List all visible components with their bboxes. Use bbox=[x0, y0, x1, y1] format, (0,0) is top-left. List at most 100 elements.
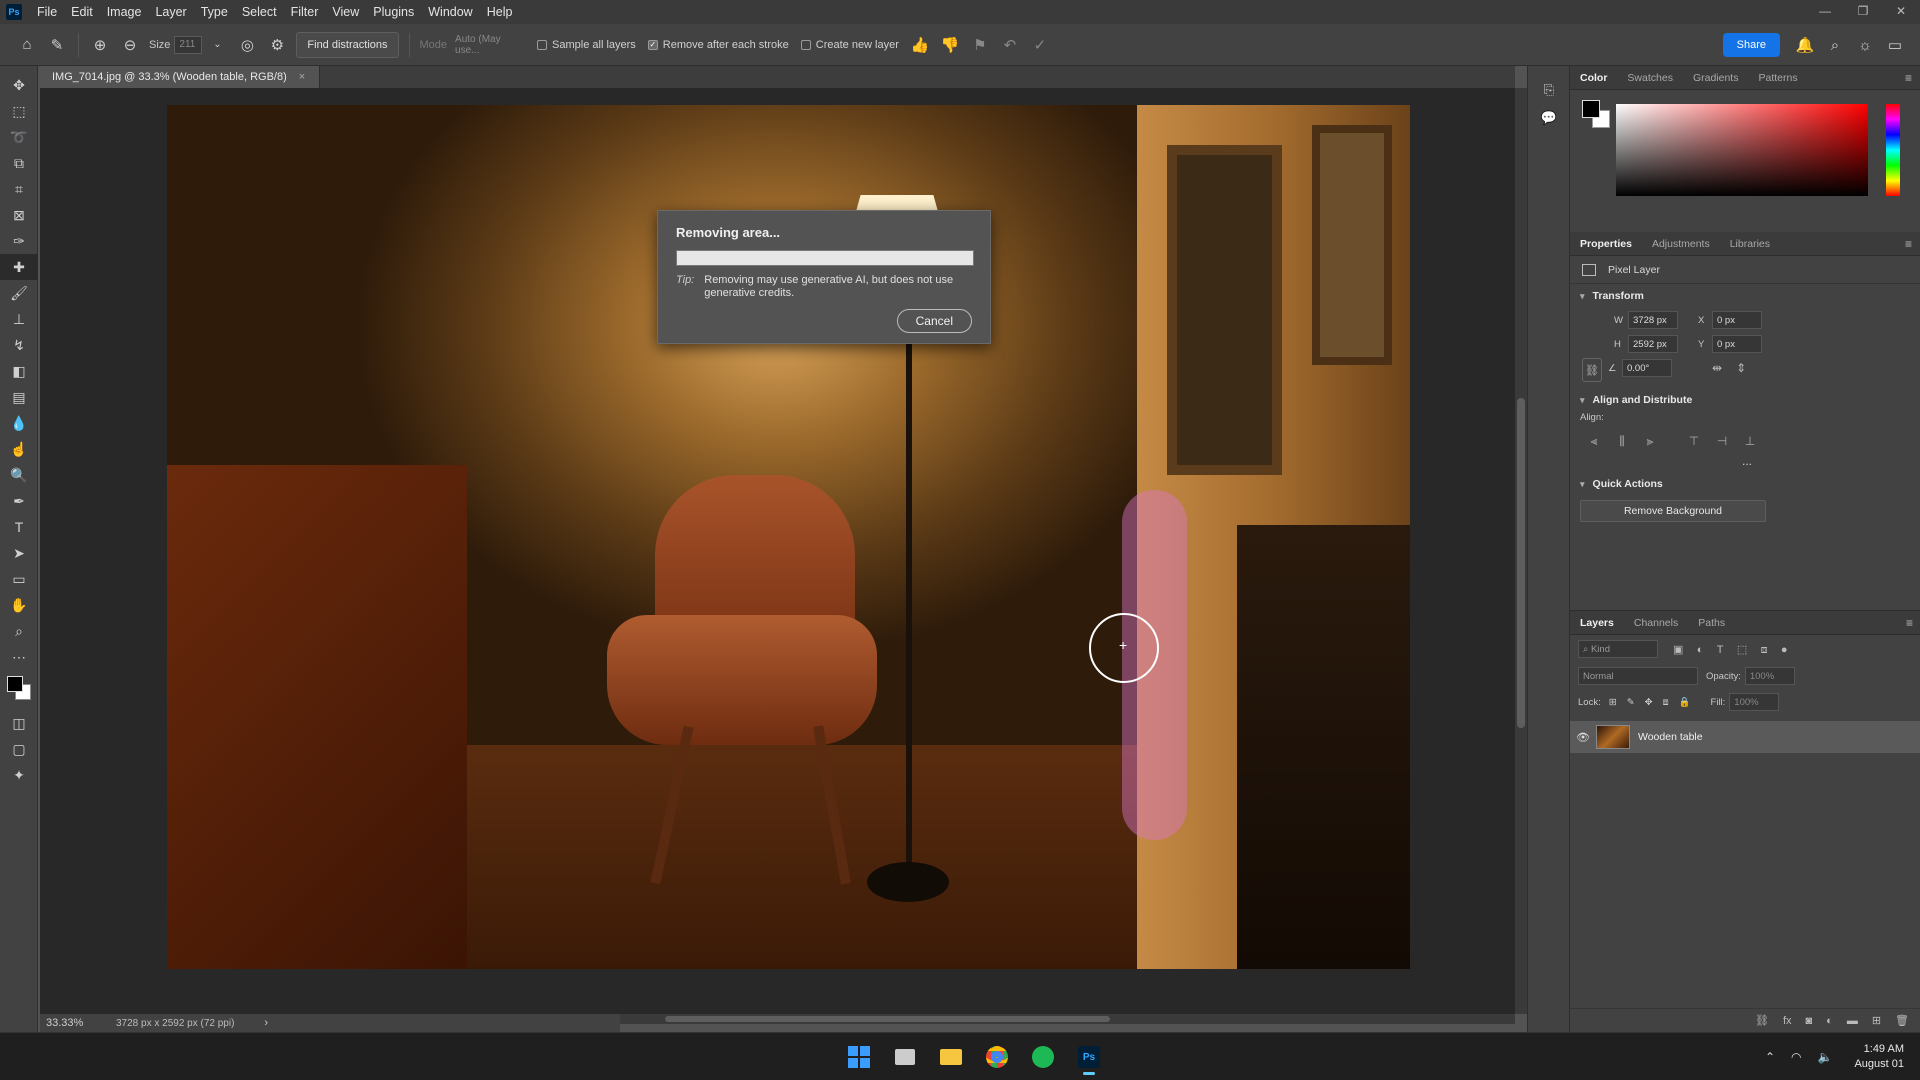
brush-tool-icon[interactable]: 🖌 bbox=[0, 280, 38, 306]
spotify-icon[interactable] bbox=[1021, 1039, 1065, 1075]
flag-icon[interactable]: ⚑ bbox=[967, 32, 993, 58]
color-swatches[interactable] bbox=[0, 670, 38, 710]
trash-icon[interactable]: 🗑 bbox=[1895, 1014, 1909, 1027]
link-icon[interactable]: ⛓ bbox=[1582, 358, 1602, 382]
hand-tool-icon[interactable]: ✋ bbox=[0, 592, 38, 618]
tab-channels[interactable]: Channels bbox=[1624, 611, 1688, 635]
clock[interactable]: 1:49 AM August 01 bbox=[1854, 1042, 1904, 1072]
blend-mode-select[interactable]: Normal bbox=[1578, 667, 1698, 685]
gear-icon[interactable]: ⚙ bbox=[264, 32, 290, 58]
create-new-layer-checkbox[interactable]: Create new layer bbox=[800, 39, 899, 51]
tab-paths[interactable]: Paths bbox=[1688, 611, 1735, 635]
align-top-icon[interactable]: ⊤ bbox=[1680, 434, 1708, 448]
canvas-area[interactable]: Removing area... Tip: Removing may use g… bbox=[40, 88, 1515, 1014]
subtract-brush-icon[interactable]: ⊖ bbox=[117, 32, 143, 58]
zoom-tool-icon[interactable]: ⌕ bbox=[0, 618, 38, 644]
status-arrow-icon[interactable]: › bbox=[264, 1017, 268, 1029]
remove-after-stroke-checkbox[interactable]: ✓ Remove after each stroke bbox=[647, 39, 789, 51]
scroll-thumb[interactable] bbox=[1517, 398, 1525, 728]
align-center-h-icon[interactable]: ⫼ bbox=[1608, 434, 1636, 449]
menu-edit[interactable]: Edit bbox=[64, 0, 100, 24]
menu-filter[interactable]: Filter bbox=[284, 0, 326, 24]
menu-select[interactable]: Select bbox=[235, 0, 284, 24]
lasso-tool-icon[interactable]: ➰ bbox=[0, 124, 38, 150]
shape-filter-icon[interactable]: ⬚ bbox=[1737, 644, 1747, 656]
task-view-icon[interactable] bbox=[883, 1039, 927, 1075]
filter-toggle-icon[interactable]: ● bbox=[1781, 644, 1788, 656]
eyedropper-tool-icon[interactable]: ✑ bbox=[0, 228, 38, 254]
panel-menu-icon[interactable]: ≡ bbox=[1906, 611, 1913, 635]
foreground-color-swatch[interactable] bbox=[1582, 100, 1600, 118]
size-input[interactable]: 211 bbox=[174, 35, 203, 54]
find-distractions-button[interactable]: Find distractions bbox=[296, 31, 399, 58]
flip-horizontal-icon[interactable]: ⇹ bbox=[1712, 361, 1722, 375]
transform-header[interactable]: ▾ Transform bbox=[1570, 284, 1920, 308]
move-tool-icon[interactable]: ✥ bbox=[0, 72, 38, 98]
add-brush-icon[interactable]: ⊕ bbox=[87, 32, 113, 58]
thumbs-down-icon[interactable]: 👎 bbox=[937, 32, 963, 58]
align-header[interactable]: ▾ Align and Distribute bbox=[1570, 388, 1920, 412]
height-input[interactable]: 2592 px bbox=[1628, 335, 1678, 353]
screen-mode-icon[interactable]: ▢ bbox=[0, 736, 38, 762]
close-window-icon[interactable]: ✕ bbox=[1882, 0, 1920, 24]
quick-actions-header[interactable]: ▾ Quick Actions bbox=[1570, 472, 1920, 496]
angle-input[interactable]: 0.00° bbox=[1622, 359, 1672, 377]
link-layers-icon[interactable]: ⛓ bbox=[1755, 1014, 1769, 1027]
tab-swatches[interactable]: Swatches bbox=[1617, 66, 1683, 90]
more-options[interactable]: ... bbox=[1570, 454, 1920, 468]
scroll-thumb[interactable] bbox=[665, 1016, 1110, 1022]
lock-artboard-icon[interactable]: ⧈ bbox=[1663, 697, 1669, 708]
volume-icon[interactable]: 🔈 bbox=[1818, 1050, 1833, 1064]
width-input[interactable]: 3728 px bbox=[1628, 311, 1678, 329]
tab-gradients[interactable]: Gradients bbox=[1683, 66, 1749, 90]
adjustment-layer-icon[interactable]: ◐ bbox=[1826, 1015, 1833, 1027]
marquee-tool-icon[interactable]: ⬚ bbox=[0, 98, 38, 124]
tab-color[interactable]: Color bbox=[1570, 66, 1617, 90]
menu-plugins[interactable]: Plugins bbox=[366, 0, 421, 24]
chrome-icon[interactable] bbox=[975, 1039, 1019, 1075]
sample-all-layers-checkbox[interactable]: Sample all layers bbox=[537, 39, 636, 51]
remove-background-button[interactable]: Remove Background bbox=[1580, 500, 1766, 522]
bell-icon[interactable]: 🔔 bbox=[1792, 32, 1818, 58]
flip-vertical-icon[interactable]: ⇕ bbox=[1736, 361, 1746, 375]
start-icon[interactable] bbox=[837, 1039, 881, 1075]
history-panel-icon[interactable]: ⎘ bbox=[1528, 76, 1570, 104]
image-filter-icon[interactable]: ▣ bbox=[1673, 644, 1683, 656]
tab-layers[interactable]: Layers bbox=[1570, 611, 1624, 635]
eraser-tool-icon[interactable]: ◧ bbox=[0, 358, 38, 384]
eye-icon[interactable]: 👁 bbox=[1570, 731, 1596, 744]
adjustment-filter-icon[interactable]: ◐ bbox=[1697, 644, 1704, 656]
file-explorer-icon[interactable] bbox=[929, 1039, 973, 1075]
spot-healing-tool-icon[interactable]: ✚ bbox=[0, 254, 38, 280]
smart-object-filter-icon[interactable]: ⧈ bbox=[1761, 644, 1768, 656]
smudge-tool-icon[interactable]: ☝ bbox=[0, 436, 38, 462]
more-tools-icon[interactable]: ⋯ bbox=[0, 644, 38, 670]
type-filter-icon[interactable]: T bbox=[1717, 644, 1724, 656]
menu-window[interactable]: Window bbox=[421, 0, 479, 24]
object-selection-tool-icon[interactable]: ⧉ bbox=[0, 150, 38, 176]
chevron-up-icon[interactable]: ⌃ bbox=[1765, 1050, 1775, 1064]
minimize-icon[interactable]: — bbox=[1806, 0, 1844, 24]
frame-tool-icon[interactable]: ⊠ bbox=[0, 202, 38, 228]
checkmark-icon[interactable]: ✓ bbox=[1027, 32, 1053, 58]
close-tab-icon[interactable]: × bbox=[299, 71, 305, 83]
menu-type[interactable]: Type bbox=[194, 0, 235, 24]
layer-name[interactable]: Wooden table bbox=[1638, 731, 1703, 743]
crop-tool-icon[interactable]: ⌗ bbox=[0, 176, 38, 202]
lightbulb-icon[interactable]: ☼ bbox=[1852, 32, 1878, 58]
align-left-icon[interactable]: ⫷ bbox=[1580, 434, 1608, 449]
group-folder-icon[interactable]: ▬ bbox=[1847, 1015, 1858, 1027]
menu-file[interactable]: File bbox=[30, 0, 64, 24]
chevron-down-icon[interactable]: ⌄ bbox=[204, 32, 230, 58]
remove-tool-icon[interactable]: ✎ bbox=[44, 32, 70, 58]
blur-tool-icon[interactable]: 💧 bbox=[0, 410, 38, 436]
x-input[interactable]: 0 px bbox=[1712, 311, 1762, 329]
tab-patterns[interactable]: Patterns bbox=[1748, 66, 1807, 90]
quick-mask-icon[interactable]: ◫ bbox=[0, 710, 38, 736]
menu-view[interactable]: View bbox=[325, 0, 366, 24]
hue-slider[interactable] bbox=[1886, 104, 1900, 196]
tab-libraries[interactable]: Libraries bbox=[1720, 232, 1780, 256]
gradient-tool-icon[interactable]: ▤ bbox=[0, 384, 38, 410]
panel-menu-icon[interactable]: ≡ bbox=[1905, 232, 1912, 256]
home-icon[interactable]: ⌂ bbox=[14, 32, 40, 58]
